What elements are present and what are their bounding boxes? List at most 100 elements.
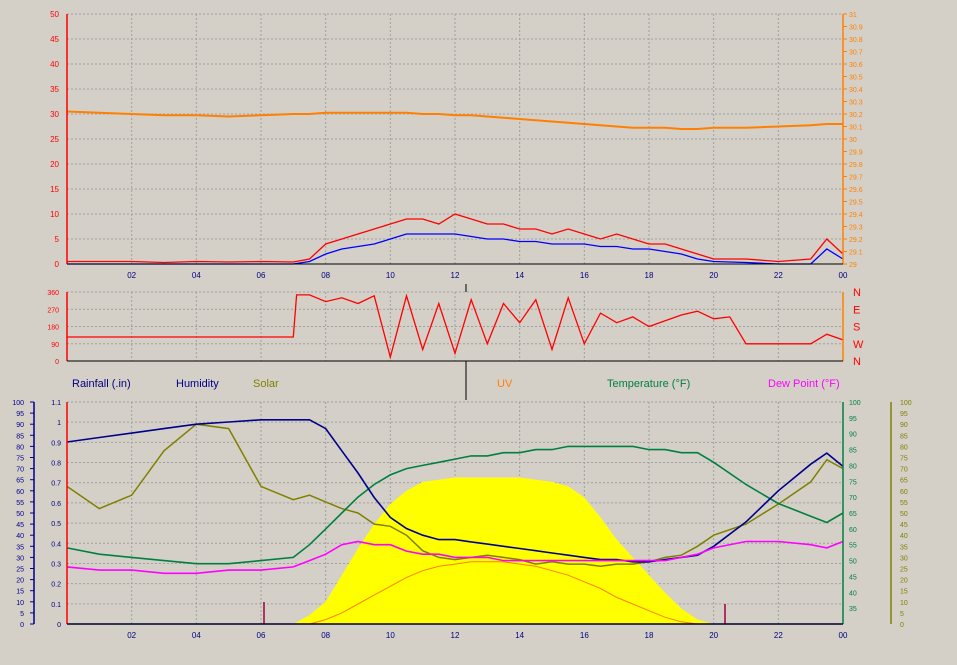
humidity-tick-label: 60 [16, 489, 24, 496]
humidity-tick-label: 55 [16, 500, 24, 507]
hour-tick-label: 20 [709, 271, 718, 280]
humidity-tick-label: 90 [16, 422, 24, 429]
humidity-tick-label: 10 [16, 600, 24, 607]
solar-tick-label: 20 [900, 578, 908, 585]
solar-tick-label: 30 [900, 555, 908, 562]
rain-tick-label: 0.9 [51, 440, 61, 447]
solar-tick-label: 10 [900, 600, 908, 607]
compass-label: N [853, 356, 861, 368]
solar-tick-label: 50 [900, 511, 908, 518]
legend-item: Solar [253, 378, 279, 390]
rain-tick-label: 0 [57, 622, 61, 629]
rain-tick-label: 0.8 [51, 461, 61, 468]
humidity-tick-label: 50 [16, 511, 24, 518]
rain-tick-label: 0.6 [51, 501, 61, 508]
wind-tick-label: 5 [55, 235, 60, 244]
baro-tick-label: 29.1 [849, 250, 863, 257]
humidity-tick-label: 35 [16, 544, 24, 551]
hour-tick-label: 02 [127, 271, 136, 280]
wind-tick-label: 25 [50, 135, 59, 144]
hour-tick-label: 00 [839, 271, 848, 280]
wind-tick-label: 10 [50, 210, 59, 219]
humidity-tick-label: 0 [20, 622, 24, 629]
hour-tick-label: 16 [580, 271, 589, 280]
baro-tick-label: 29.2 [849, 237, 863, 244]
solar-tick-label: 75 [900, 456, 908, 463]
hour-tick-label: 12 [451, 631, 460, 640]
compass-label: E [853, 304, 860, 316]
baro-tick-label: 30.9 [849, 25, 863, 32]
solar-tick-label: 65 [900, 478, 908, 485]
wind-tick-label: 15 [50, 185, 59, 194]
wind-tick-label: 0 [55, 260, 60, 269]
solar-tick-label: 95 [900, 411, 908, 418]
direction-tick-label: 90 [51, 342, 59, 349]
baro-tick-label: 30.4 [849, 87, 863, 94]
humidity-tick-label: 65 [16, 478, 24, 485]
humidity-tick-label: 70 [16, 467, 24, 474]
humidity-tick-label: 45 [16, 522, 24, 529]
solar-tick-label: 70 [900, 467, 908, 474]
solar-tick-label: 45 [900, 522, 908, 529]
solar-tick-label: 15 [900, 589, 908, 596]
hour-tick-label: 22 [774, 271, 783, 280]
temperature-tick-label: 75 [849, 479, 857, 486]
solar-tick-label: 85 [900, 433, 908, 440]
hour-tick-label: 16 [580, 631, 589, 640]
humidity-tick-label: 25 [16, 567, 24, 574]
baro-tick-label: 29.6 [849, 187, 863, 194]
hour-tick-label: 14 [515, 271, 524, 280]
baro-tick-label: 31 [849, 12, 857, 19]
solar-tick-label: 35 [900, 544, 908, 551]
baro-tick-label: 29 [849, 262, 857, 269]
hour-tick-label: 10 [386, 631, 395, 640]
humidity-tick-label: 20 [16, 578, 24, 585]
legend-item: UV [497, 378, 513, 390]
hour-tick-label: 06 [257, 631, 266, 640]
temperature-tick-label: 50 [849, 559, 857, 566]
direction-tick-label: 270 [47, 307, 59, 314]
temperature-tick-label: 85 [849, 448, 857, 455]
humidity-tick-label: 80 [16, 444, 24, 451]
temperature-tick-label: 45 [849, 574, 857, 581]
compass-label: W [853, 339, 864, 351]
wind-tick-label: 40 [50, 60, 59, 69]
weather-graph-stage: 02 04 06 08 10 12 14 16 18 20 22 00 02 04 06 08 10 12 14 16… [0, 0, 957, 660]
rain-tick-label: 0.7 [51, 481, 61, 488]
rain-tick-label: 0.4 [51, 541, 61, 548]
baro-tick-label: 30.2 [849, 112, 863, 119]
temperature-tick-label: 60 [849, 527, 857, 534]
direction-tick-label: 180 [47, 325, 59, 332]
solar-tick-label: 55 [900, 500, 908, 507]
humidity-tick-label: 100 [12, 400, 24, 407]
rain-tick-label: 0.3 [51, 561, 61, 568]
hour-tick-label: 10 [386, 271, 395, 280]
wind-tick-label: 35 [50, 85, 59, 94]
baro-tick-label: 29.8 [849, 162, 863, 169]
humidity-tick-label: 30 [16, 555, 24, 562]
solar-tick-label: 0 [900, 622, 904, 629]
baro-tick-label: 30.3 [849, 100, 863, 107]
baro-tick-label: 30.6 [849, 62, 863, 69]
rain-tick-label: 1 [57, 420, 61, 427]
hour-tick-label: 22 [774, 631, 783, 640]
temperature-tick-label: 70 [849, 495, 857, 502]
humidity-tick-label: 85 [16, 433, 24, 440]
humidity-tick-label: 15 [16, 589, 24, 596]
temperature-tick-label: 65 [849, 511, 857, 518]
hour-tick-label: 20 [709, 631, 718, 640]
rain-tick-label: 0.1 [51, 602, 61, 609]
temperature-tick-label: 35 [849, 606, 857, 613]
baro-tick-label: 29.4 [849, 212, 863, 219]
temperature-tick-label: 90 [849, 432, 857, 439]
wind-tick-label: 30 [50, 110, 59, 119]
humidity-tick-label: 5 [20, 611, 24, 618]
solar-tick-label: 40 [900, 533, 908, 540]
rain-tick-label: 0.5 [51, 521, 61, 528]
legend-item: Dew Point (°F) [768, 378, 840, 390]
direction-tick-label: 360 [47, 290, 59, 297]
rain-tick-label: 0.2 [51, 582, 61, 589]
solar-tick-label: 60 [900, 489, 908, 496]
baro-tick-label: 30.1 [849, 125, 863, 132]
humidity-tick-label: 75 [16, 456, 24, 463]
